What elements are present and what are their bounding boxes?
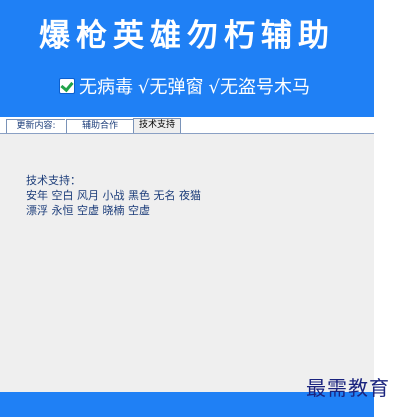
checkbox-icon [59,78,76,94]
feature-no-trojan: √无盗号木马 [208,77,310,98]
header-banner: 爆枪英雄勿朽辅助 无病毒 √无弹窗 √无盗号木马 [0,0,374,117]
support-names-line-1: 安年 空白 风月 小战 黑色 无名 夜猫 [26,189,201,202]
support-heading: 技术支持： [26,174,81,187]
support-names-line-2: 漂浮 永恒 空虚 晓楠 空虚 [26,204,150,217]
feature-no-virus: 无病毒 [79,77,134,98]
app-window: 爆枪英雄勿朽辅助 无病毒 √无弹窗 √无盗号木马 更新内容: 辅助合作 技术支持 技… [0,0,394,417]
tab-content-panel: 技术支持： 安年 空白 风月 小战 黑色 无名 夜猫 漂浮 永恒 空虚 晓楠 空… [0,133,374,393]
watermark-text: 最需教育 [306,376,390,400]
tab-tech-support[interactable]: 技术支持 [133,118,181,134]
app-title: 爆枪英雄勿朽辅助 [39,18,335,54]
feature-list: 无病毒 √无弹窗 √无盗号木马 [0,74,374,102]
tab-bar: 更新内容: 辅助合作 技术支持 [0,118,374,134]
tab-cooperation[interactable]: 辅助合作 [66,119,133,133]
feature-no-popup: √无弹窗 [138,77,204,98]
tab-update-content[interactable]: 更新内容: [6,119,65,133]
